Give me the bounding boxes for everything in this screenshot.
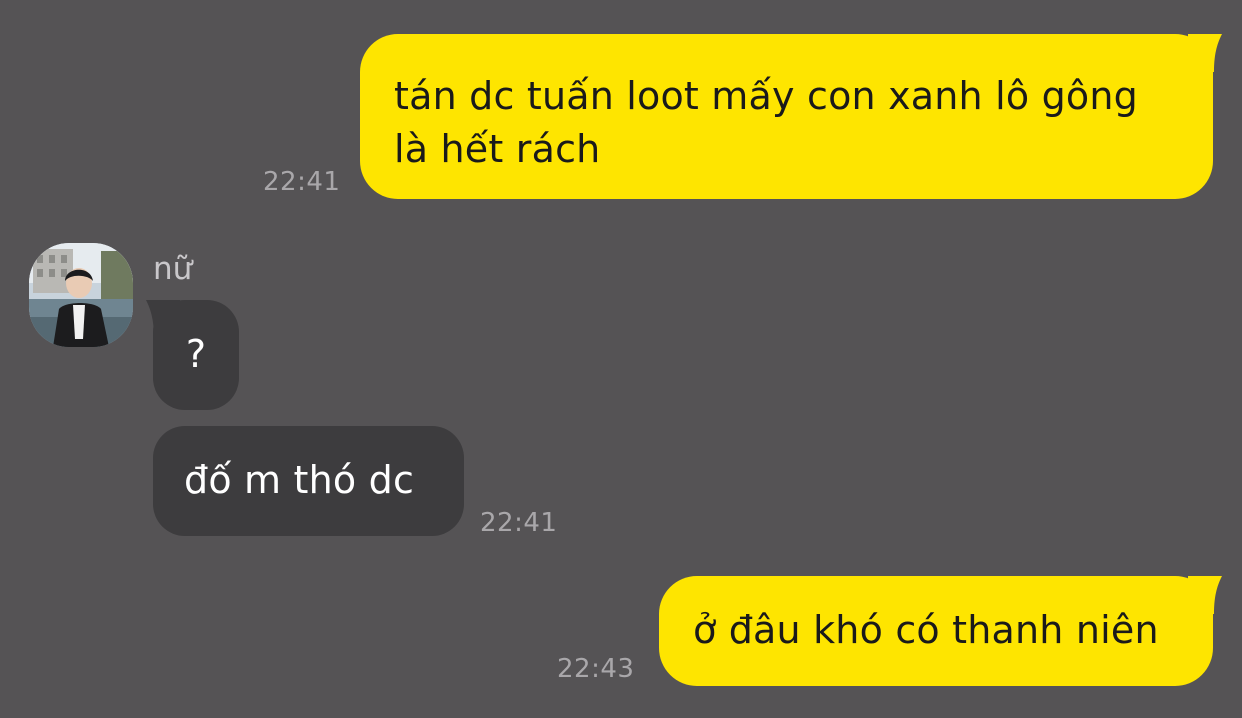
bubble-tail: [1188, 34, 1222, 72]
chat-room: 22:41 tán dc tuấn loot mấy con xanh lô g…: [0, 0, 1242, 718]
outgoing-message-bubble[interactable]: tán dc tuấn loot mấy con xanh lô gông là…: [360, 34, 1213, 199]
incoming-message-bubble[interactable]: đố m thó dc: [153, 426, 464, 536]
avatar-photo-icon: [29, 243, 133, 347]
message-timestamp: 22:41: [263, 167, 341, 197]
message-line: tán dc tuấn loot mấy con xanh lô gông: [394, 74, 1138, 118]
message-line: là hết rách: [394, 127, 601, 171]
bubble-tail: [146, 300, 180, 338]
outgoing-message-bubble[interactable]: ở đâu khó có thanh niên: [659, 576, 1213, 686]
message-timestamp: 22:41: [480, 508, 558, 538]
sender-avatar[interactable]: [29, 243, 133, 347]
sender-name: nữ: [153, 251, 193, 287]
bubble-tail: [1188, 576, 1222, 614]
message-timestamp: 22:43: [557, 654, 635, 684]
